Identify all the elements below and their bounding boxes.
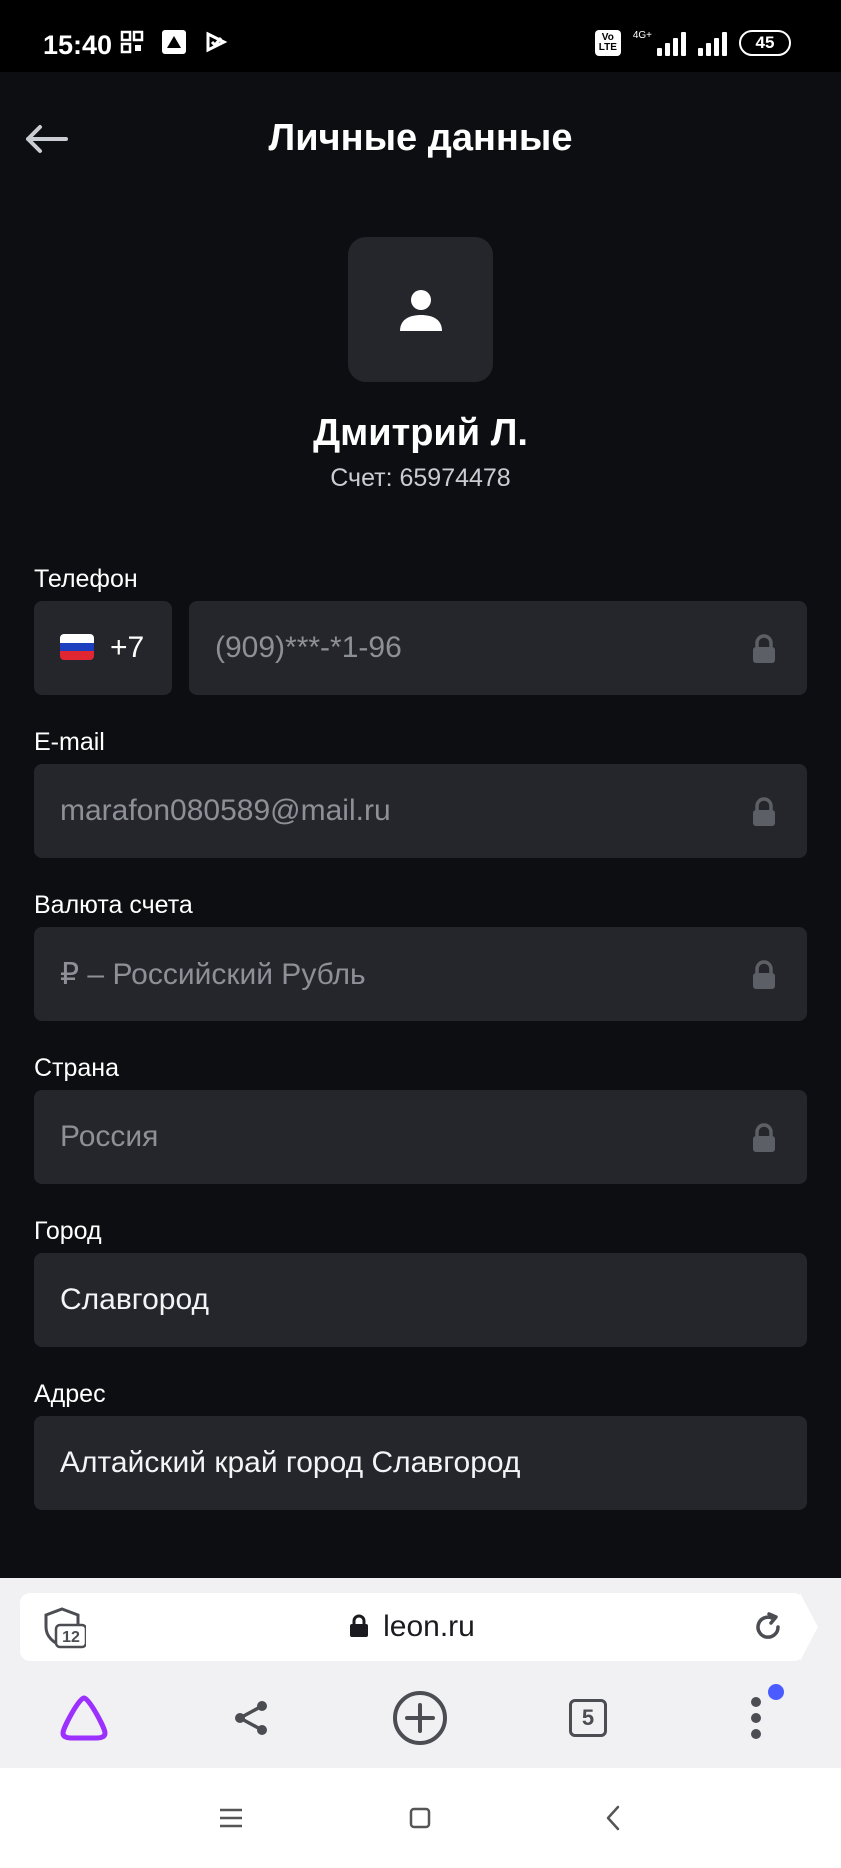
browser-bottom-bar: 12 leon.ru 5 bbox=[0, 1578, 841, 1768]
lock-icon bbox=[753, 797, 775, 826]
user-name: Дмитрий Л. bbox=[313, 412, 528, 454]
menu-lines-icon bbox=[220, 1808, 242, 1828]
url-text: leon.ru bbox=[20, 1610, 804, 1644]
reload-icon[interactable] bbox=[752, 1611, 784, 1643]
status-time: 15:40 bbox=[43, 30, 113, 60]
padlock-icon bbox=[350, 1614, 369, 1637]
email-value: marafon080589@mail.ru bbox=[60, 794, 391, 827]
chevron-left-icon bbox=[606, 1805, 620, 1831]
recents-button[interactable] bbox=[211, 1798, 251, 1838]
lock-icon bbox=[753, 1123, 775, 1152]
currency-field: ₽ – Российский Рубль bbox=[34, 927, 807, 1021]
share-button[interactable] bbox=[221, 1688, 281, 1748]
country-code: +7 bbox=[110, 631, 145, 664]
currency-value: ₽ – Российский Рубль bbox=[60, 958, 366, 991]
volte-icon: Vo LTE bbox=[594, 30, 621, 56]
country-code-select[interactable]: +7 bbox=[34, 601, 172, 695]
share-icon bbox=[235, 1701, 267, 1735]
country-label: Страна bbox=[34, 1054, 120, 1082]
network-type: 4G+ bbox=[632, 30, 652, 41]
phone-value: (909)***-*1-96 bbox=[215, 631, 402, 664]
tabs-count: 5 bbox=[569, 1699, 607, 1737]
account-number: Счет: 65974478 bbox=[330, 464, 511, 492]
battery-icon: 45 bbox=[739, 30, 791, 56]
url-value: leon.ru bbox=[383, 1610, 475, 1643]
plus-circle-icon bbox=[393, 1691, 447, 1745]
qr-app-icon bbox=[118, 28, 146, 56]
system-back-button[interactable] bbox=[593, 1798, 633, 1838]
city-label: Город bbox=[34, 1217, 102, 1245]
address-label: Адрес bbox=[34, 1380, 106, 1408]
page-header: Личные данные bbox=[0, 72, 841, 202]
alice-button[interactable] bbox=[54, 1688, 114, 1748]
phone-field: (909)***-*1-96 bbox=[189, 601, 807, 695]
email-label: E-mail bbox=[34, 728, 105, 756]
russia-flag-icon bbox=[60, 634, 94, 660]
city-input[interactable]: Славгород bbox=[34, 1253, 807, 1347]
app-notification-icon bbox=[160, 28, 188, 56]
page-title: Личные данные bbox=[268, 117, 573, 159]
alice-icon bbox=[60, 1695, 108, 1741]
user-icon bbox=[399, 289, 442, 331]
address-bar[interactable]: 12 leon.ru bbox=[20, 1593, 804, 1661]
system-nav-bar bbox=[0, 1768, 841, 1868]
lock-icon bbox=[753, 960, 775, 989]
notification-icons bbox=[118, 28, 230, 56]
lock-icon bbox=[753, 634, 775, 663]
more-vertical-icon bbox=[751, 1697, 761, 1739]
currency-label: Валюта счета bbox=[34, 891, 193, 919]
new-tab-button[interactable] bbox=[390, 1688, 450, 1748]
check-notification-icon bbox=[202, 28, 230, 56]
address-value: Алтайский край город Славгород bbox=[60, 1446, 521, 1479]
email-field: marafon080589@mail.ru bbox=[34, 764, 807, 858]
signal-4g-icon: 4G+ bbox=[633, 30, 686, 56]
country-value: Россия bbox=[60, 1120, 159, 1153]
country-field: Россия bbox=[34, 1090, 807, 1184]
city-value: Славгород bbox=[60, 1283, 209, 1316]
tabs-button[interactable]: 5 bbox=[558, 1688, 618, 1748]
menu-button[interactable] bbox=[726, 1684, 786, 1748]
signal-icon bbox=[698, 30, 727, 56]
status-bar: 15:40 Vo LTE 4G+ 45 bbox=[0, 0, 841, 72]
address-input[interactable]: Алтайский край город Славгород bbox=[34, 1416, 807, 1510]
browser-toolbar: 5 bbox=[0, 1678, 841, 1768]
square-icon bbox=[409, 1807, 431, 1829]
phone-label: Телефон bbox=[34, 565, 138, 593]
notification-dot bbox=[768, 1684, 784, 1700]
avatar[interactable] bbox=[348, 237, 493, 382]
home-button[interactable] bbox=[400, 1798, 440, 1838]
